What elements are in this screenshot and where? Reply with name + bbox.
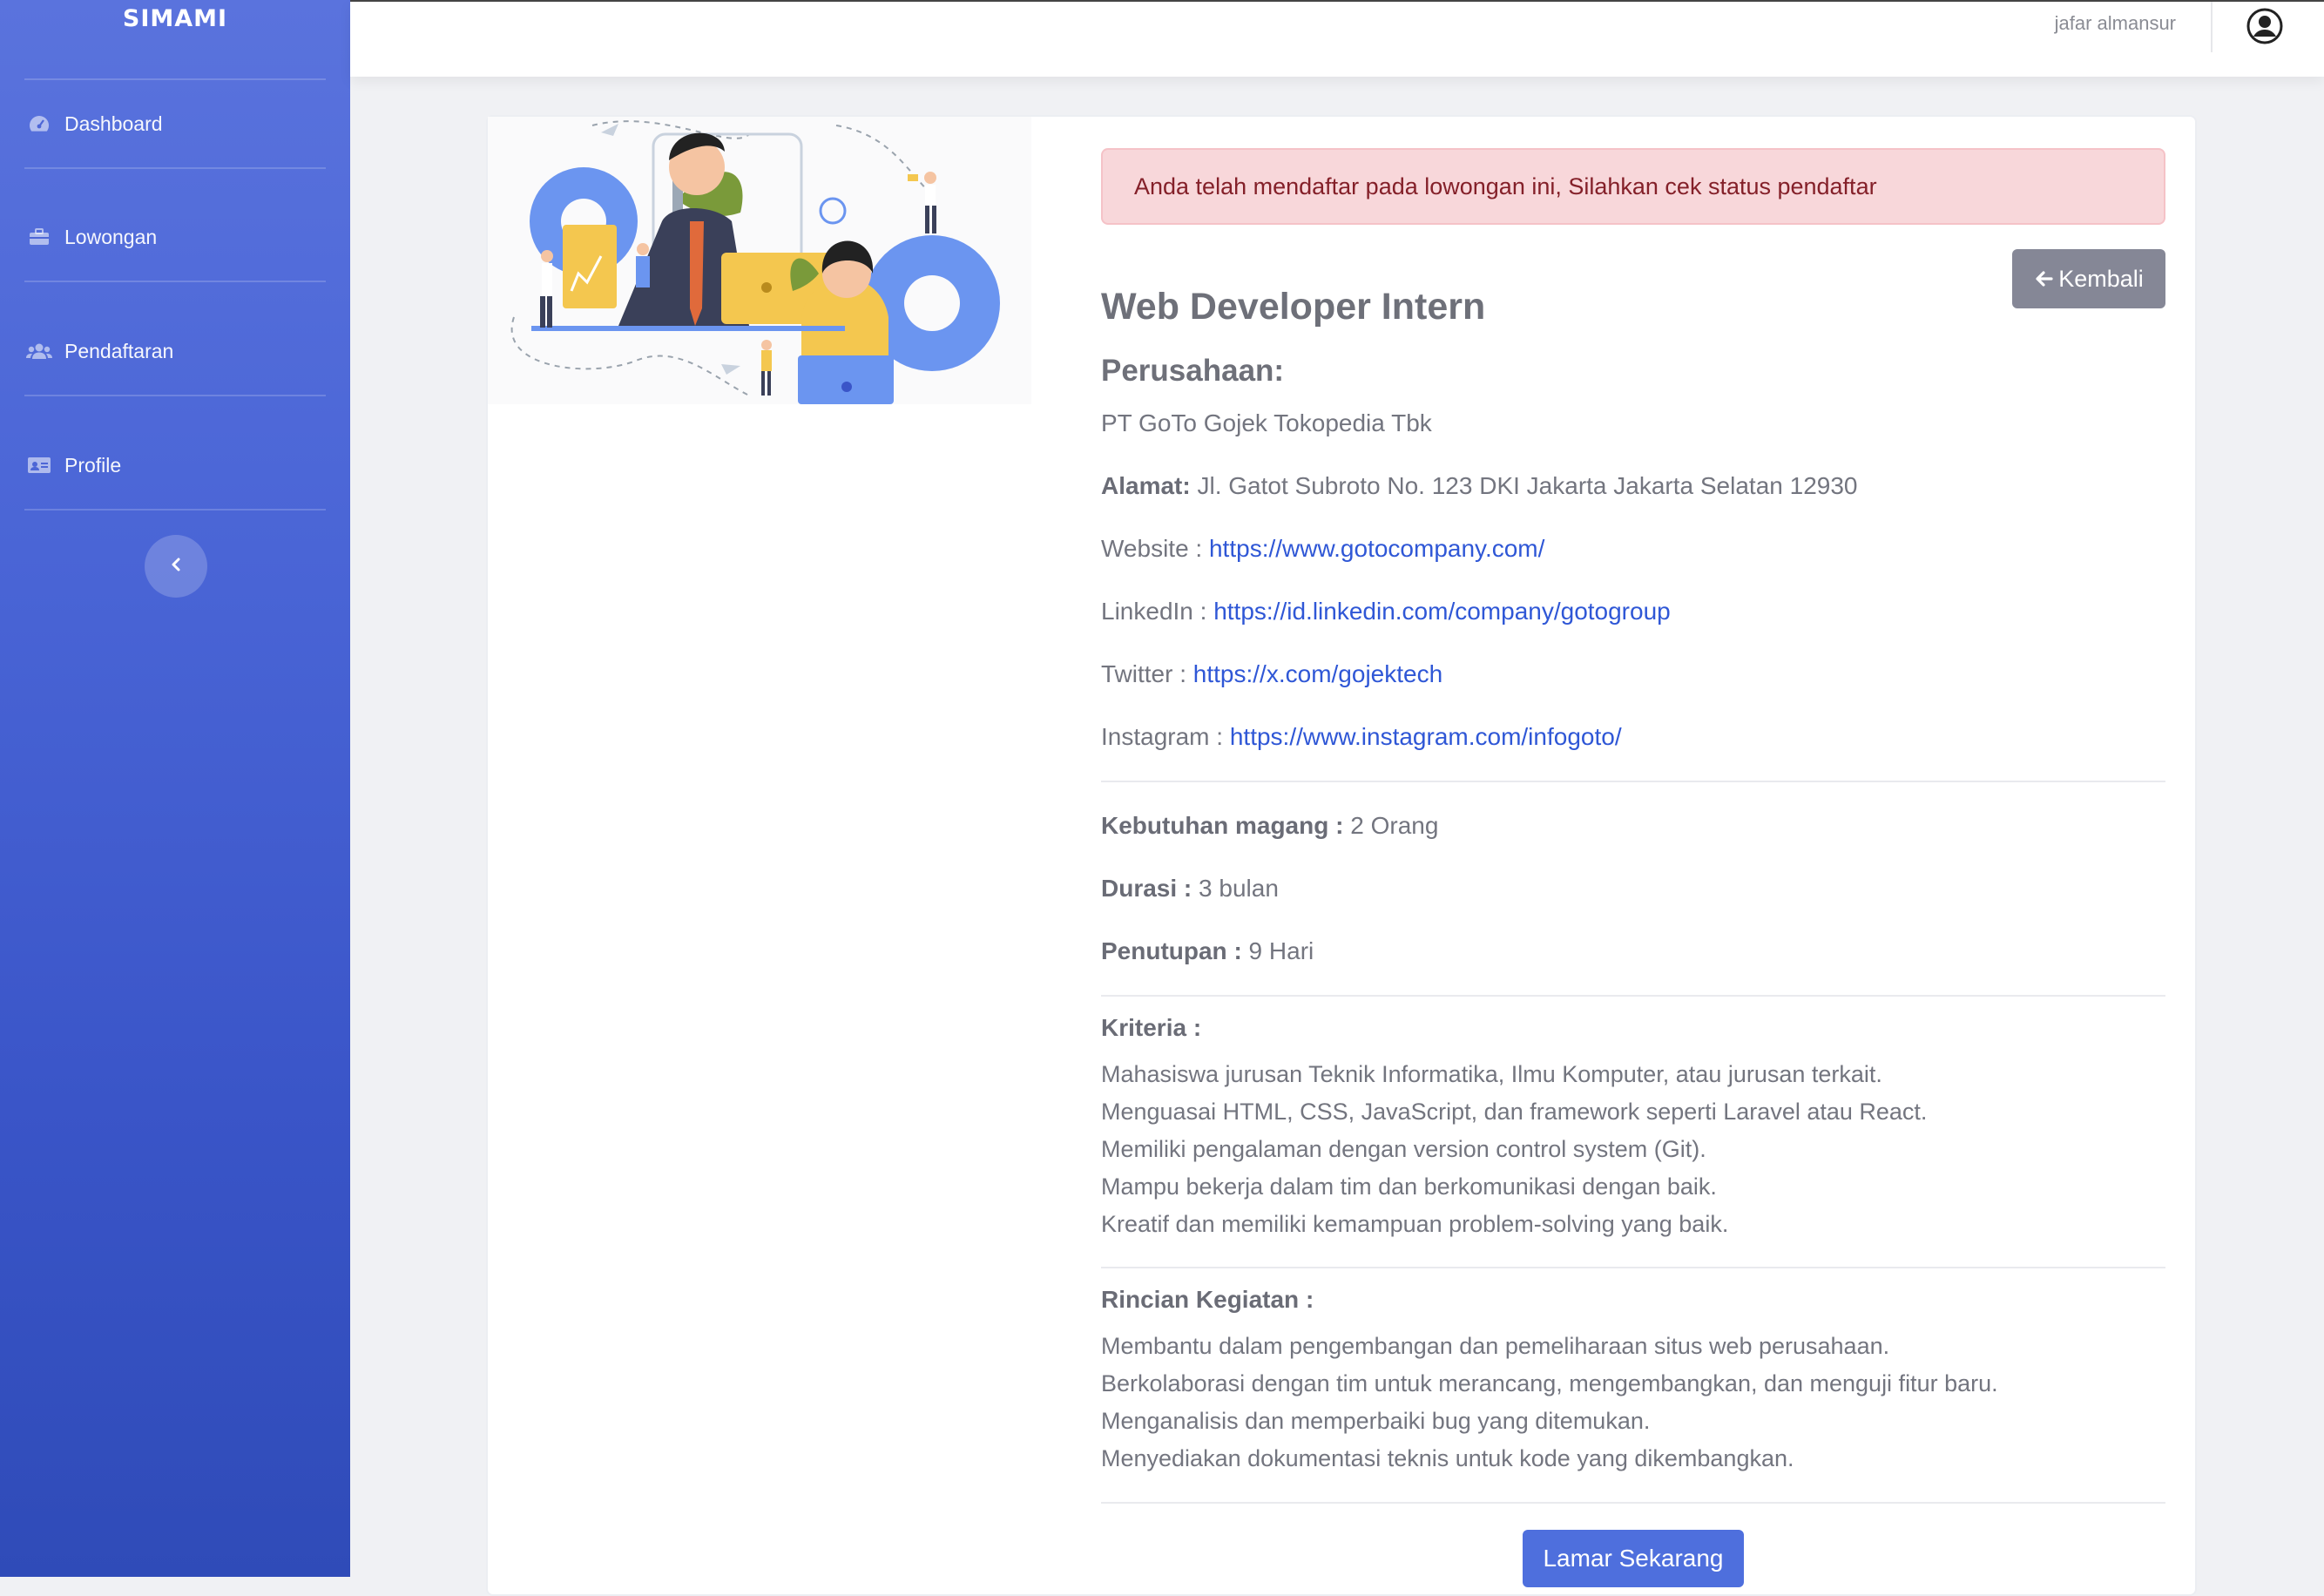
sidebar-item-profile[interactable]: Profile (0, 439, 350, 491)
linkedin-link[interactable]: https://id.linkedin.com/company/gotogrou… (1213, 598, 1671, 625)
duration-value: 3 bulan (1199, 875, 1279, 902)
brand-logo[interactable]: SIMAMI (0, 5, 350, 32)
company-linkedin: LinkedIn : https://id.linkedin.com/compa… (1101, 598, 1671, 626)
tachometer-icon (26, 113, 52, 134)
activity-item: Menyediakan dokumentasi teknis untuk kod… (1101, 1445, 1794, 1471)
closing-time: Penutupan : 9 Hari (1101, 937, 1314, 965)
sidebar-item-lowongan[interactable]: Lowongan (0, 211, 350, 263)
criteria-item: Memiliki pengalaman dengan version contr… (1101, 1136, 1706, 1162)
topbar-divider (2211, 2, 2213, 52)
criteria-item: Mahasiswa jurusan Teknik Informatika, Il… (1101, 1061, 1882, 1087)
apply-now-button[interactable]: Lamar Sekarang (1523, 1530, 1744, 1587)
user-circle-icon[interactable] (2246, 7, 2284, 45)
job-title: Web Developer Intern (1101, 286, 1486, 328)
divider (1101, 995, 2165, 997)
need-value: 2 Orang (1350, 812, 1439, 839)
criteria-heading: Kriteria : (1101, 1014, 1202, 1041)
criteria-item: Kreatif dan memiliki kemampuan problem-s… (1101, 1211, 1729, 1237)
divider (1101, 781, 2165, 782)
criteria-item: Menguasai HTML, CSS, JavaScript, dan fra… (1101, 1099, 1928, 1125)
back-button[interactable]: Kembali (2012, 249, 2165, 308)
activities-heading: Rincian Kegiatan : (1101, 1286, 1314, 1313)
activity-item: Menganalisis dan memperbaiki bug yang di… (1101, 1408, 1651, 1434)
linkedin-label: LinkedIn : (1101, 598, 1207, 625)
company-heading: Perusahaan: (1101, 354, 1285, 388)
company-website: Website : https://www.gotocompany.com/ (1101, 535, 1544, 563)
chevron-left-icon (169, 557, 183, 576)
internship-need: Kebutuhan magang : 2 Orang (1101, 812, 1438, 840)
nav-divider (24, 281, 326, 282)
need-label: Kebutuhan magang : (1101, 812, 1344, 839)
sidebar-item-label: Profile (64, 453, 122, 477)
sidebar: SIMAMI Dashboard Lowongan Pendaftaran Pr… (0, 0, 350, 1577)
sidebar-toggle-button[interactable] (145, 535, 207, 598)
twitter-link[interactable]: https://x.com/gojektech (1193, 660, 1442, 687)
duration-label: Durasi : (1101, 875, 1192, 902)
company-twitter: Twitter : https://x.com/gojektech (1101, 660, 1442, 688)
address-value: Jl. Gatot Subroto No. 123 DKI Jakarta Ja… (1197, 472, 1858, 499)
company-address: Alamat: Jl. Gatot Subroto No. 123 DKI Ja… (1101, 472, 1857, 500)
website-link[interactable]: https://www.gotocompany.com/ (1209, 535, 1544, 562)
divider (1101, 1267, 2165, 1268)
sidebar-item-pendaftaran[interactable]: Pendaftaran (0, 325, 350, 377)
user-name[interactable]: jafar almansur (2055, 12, 2176, 35)
divider (1101, 1502, 2165, 1504)
briefcase-icon (26, 227, 52, 247)
company-name: PT GoTo Gojek Tokopedia Tbk (1101, 409, 1432, 436)
criteria-item: Mampu bekerja dalam tim dan berkomunikas… (1101, 1173, 1717, 1200)
nav-divider (24, 78, 326, 80)
id-card-icon (26, 455, 52, 476)
closing-label: Penutupan : (1101, 937, 1242, 964)
internship-duration: Durasi : 3 bulan (1101, 875, 1279, 903)
company-instagram: Instagram : https://www.instagram.com/in… (1101, 723, 1622, 751)
sidebar-item-dashboard[interactable]: Dashboard (0, 98, 350, 150)
activity-item: Berkolaborasi dengan tim untuk merancang… (1101, 1370, 1998, 1396)
topbar: jafar almansur (350, 0, 2324, 77)
nav-divider (24, 509, 326, 511)
sidebar-item-label: Pendaftaran (64, 339, 174, 362)
address-label: Alamat: (1101, 472, 1191, 499)
closing-value: 9 Hari (1248, 937, 1314, 964)
sidebar-item-label: Lowongan (64, 225, 158, 248)
nav-divider (24, 395, 326, 396)
instagram-link[interactable]: https://www.instagram.com/infogoto/ (1230, 723, 1622, 750)
website-label: Website : (1101, 535, 1203, 562)
arrow-left-icon (2034, 268, 2055, 289)
nav-divider (24, 167, 326, 169)
registered-alert: Anda telah mendaftar pada lowongan ini, … (1101, 148, 2165, 225)
twitter-label: Twitter : (1101, 660, 1187, 687)
sidebar-item-label: Dashboard (64, 112, 163, 135)
activity-item: Membantu dalam pengembangan dan pemeliha… (1101, 1333, 1890, 1359)
back-button-label: Kembali (2058, 265, 2144, 292)
instagram-label: Instagram : (1101, 723, 1224, 750)
job-illustration (488, 117, 1031, 404)
users-icon (26, 341, 52, 362)
